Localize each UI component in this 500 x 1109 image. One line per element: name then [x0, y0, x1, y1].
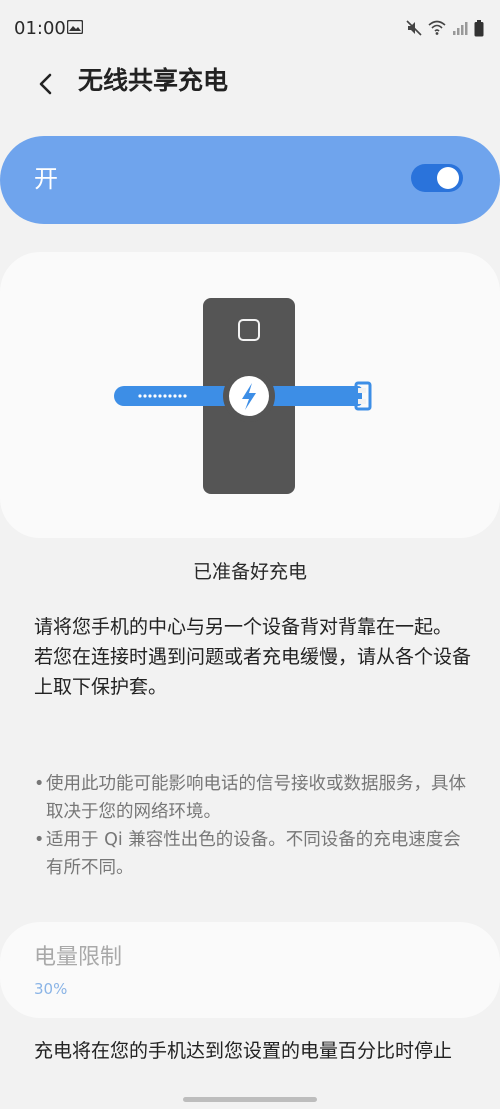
- page-title: 无线共享充电: [78, 66, 229, 95]
- charging-illustration: [114, 298, 372, 494]
- header: 无线共享充电: [0, 58, 500, 106]
- watch-strap-right: [262, 386, 362, 406]
- battery-limit-title: 电量限制: [34, 945, 123, 970]
- toggle-knob: [437, 167, 459, 189]
- instruction-line: 若您在连接时遇到问题或者充电缓慢，请从各个设备上取下保护套。: [34, 646, 472, 698]
- bullet: •: [34, 774, 45, 794]
- wifi-icon: [428, 20, 446, 35]
- chevron-left-icon: [39, 73, 52, 95]
- bullet: •: [34, 830, 45, 850]
- notes-list: • 使用此功能可能影响电话的信号接收或数据服务，具体取决于您的网络环境。 • 适用于…: [34, 770, 474, 882]
- battery-icon: [474, 19, 484, 36]
- charging-status-text: 已准备好充电: [192, 561, 307, 583]
- instructions: 请将您手机的中心与另一个设备背对背靠在一起。 若您在连接时遇到问题或者充电缓慢，…: [34, 612, 474, 702]
- battery-limit-value: 30%: [34, 980, 68, 998]
- battery-limit-description: 充电将在您的手机达到您设置的电量百分比时停止: [34, 1040, 453, 1062]
- status-time: 01:00: [14, 18, 66, 39]
- note-item: • 适用于 Qi 兼容性出色的设备。不同设备的充电速度会有所不同。: [34, 826, 474, 882]
- battery-limit-setting[interactable]: 电量限制 30%: [0, 922, 500, 1018]
- signal-icon: [453, 22, 468, 35]
- back-button[interactable]: [28, 66, 64, 102]
- mute-icon: [406, 20, 422, 36]
- image-icon: [67, 20, 83, 34]
- note-item: • 使用此功能可能影响电话的信号接收或数据服务，具体取决于您的网络环境。: [34, 770, 474, 826]
- gesture-nav-handle[interactable]: [183, 1097, 317, 1102]
- illustration-card: [0, 252, 500, 538]
- master-toggle[interactable]: [411, 164, 463, 192]
- switch-label: 开: [34, 165, 58, 193]
- status-bar: 01:00: [0, 0, 500, 58]
- instruction-line: 请将您手机的中心与另一个设备背对背靠在一起。: [34, 616, 453, 638]
- status-icons: [406, 18, 484, 38]
